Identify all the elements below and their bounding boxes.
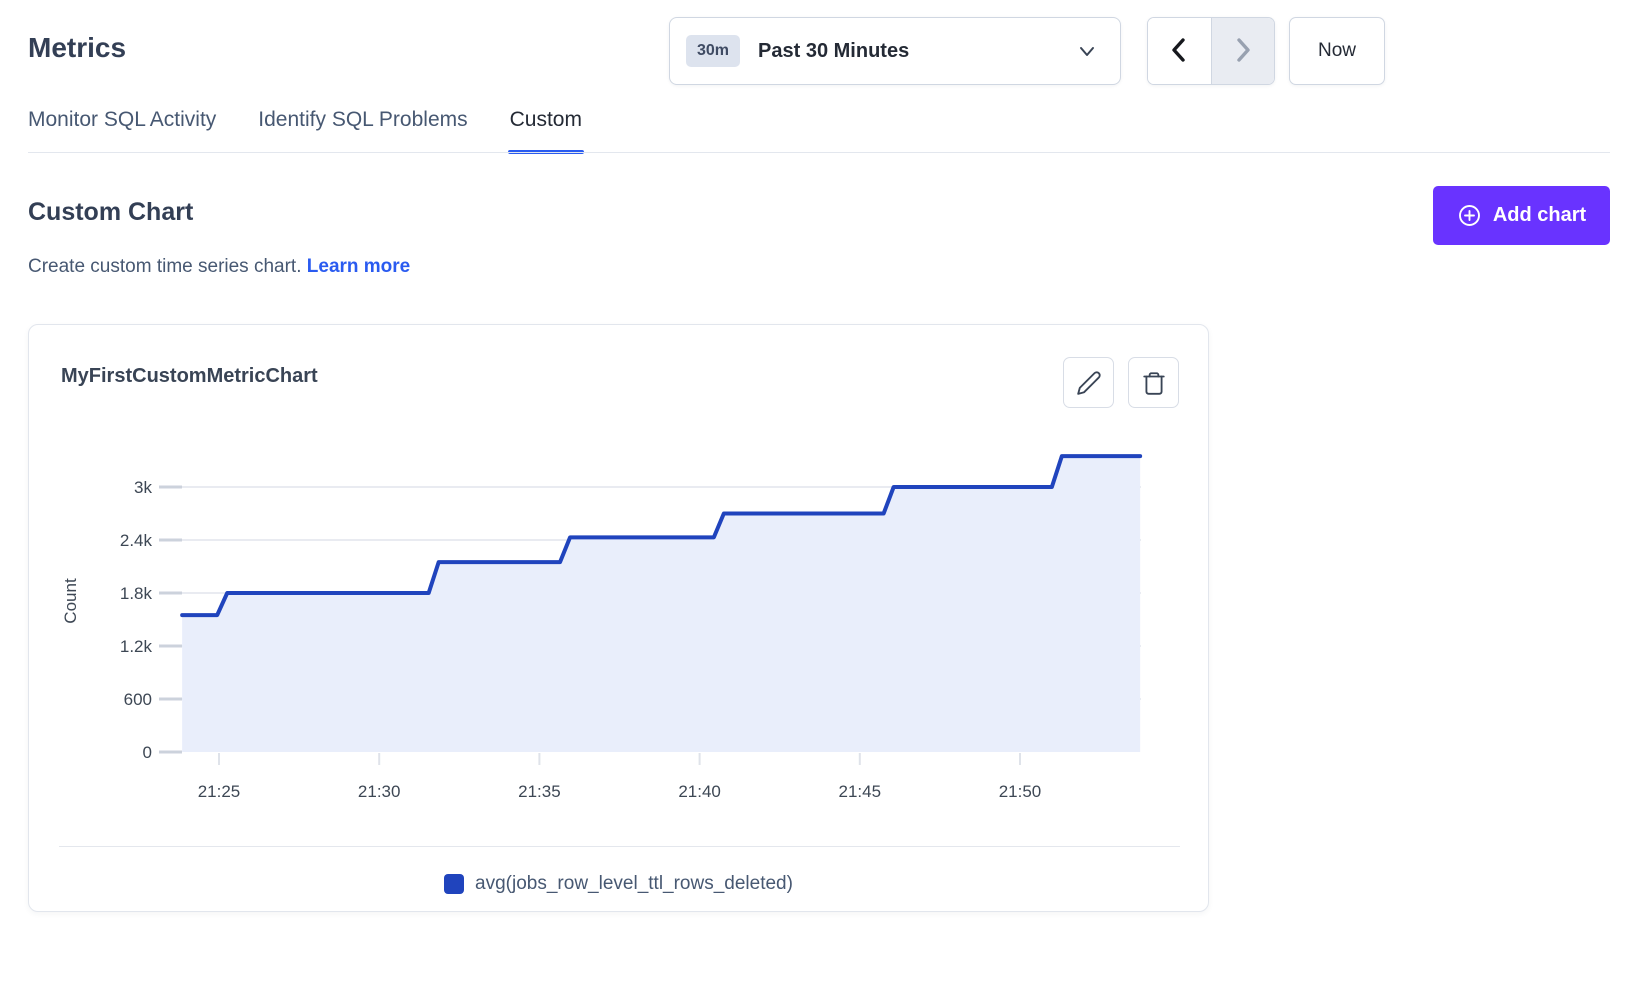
time-range-badge: 30m	[686, 35, 740, 67]
pencil-icon	[1076, 370, 1102, 396]
svg-text:0: 0	[143, 743, 152, 762]
legend-divider	[59, 846, 1180, 847]
chart-legend: avg(jobs_row_level_ttl_rows_deleted)	[29, 873, 1208, 895]
svg-text:21:30: 21:30	[358, 782, 401, 801]
add-chart-button[interactable]: Add chart	[1433, 186, 1610, 245]
time-range-selector[interactable]: 30m Past 30 Minutes	[669, 17, 1121, 85]
svg-text:21:40: 21:40	[678, 782, 721, 801]
next-range-button[interactable]	[1211, 18, 1275, 84]
page-title: Metrics	[28, 32, 126, 64]
svg-text:1.8k: 1.8k	[120, 584, 153, 603]
svg-text:21:35: 21:35	[518, 782, 561, 801]
add-chart-label: Add chart	[1493, 204, 1586, 227]
svg-text:21:50: 21:50	[999, 782, 1042, 801]
time-series-chart[interactable]: 0 600 1.2k 1.8k 2.4k 3k 21:25 21:30 21:35 21:40 21…	[59, 409, 1180, 811]
custom-chart-card: MyFirstCustomMetricChart 0 600 1.2k 1.8k 2.4…	[28, 324, 1209, 912]
tab-custom[interactable]: Custom	[510, 108, 582, 154]
edit-chart-button[interactable]	[1063, 357, 1114, 408]
chevron-left-icon	[1167, 36, 1191, 67]
y-axis-label: Count	[61, 578, 80, 624]
delete-chart-button[interactable]	[1128, 357, 1179, 408]
plus-circle-icon	[1457, 203, 1482, 228]
svg-text:1.2k: 1.2k	[120, 637, 153, 656]
svg-text:21:45: 21:45	[839, 782, 882, 801]
chevron-down-icon	[1076, 40, 1098, 62]
time-step-buttons	[1147, 17, 1275, 85]
now-button[interactable]: Now	[1289, 17, 1385, 85]
previous-range-button[interactable]	[1148, 18, 1211, 84]
svg-text:600: 600	[124, 690, 152, 709]
section-title: Custom Chart	[28, 198, 193, 227]
legend-swatch	[444, 874, 464, 894]
tab-divider	[28, 152, 1610, 153]
svg-text:3k: 3k	[134, 478, 152, 497]
time-range-label: Past 30 Minutes	[758, 40, 909, 63]
section-subtitle: Create custom time series chart. Learn m…	[28, 256, 410, 278]
tab-bar: Monitor SQL Activity Identify SQL Proble…	[28, 108, 582, 154]
trash-icon	[1141, 370, 1167, 396]
svg-text:21:25: 21:25	[198, 782, 241, 801]
chevron-right-icon	[1231, 36, 1255, 67]
tab-monitor-sql-activity[interactable]: Monitor SQL Activity	[28, 108, 216, 154]
legend-label: avg(jobs_row_level_ttl_rows_deleted)	[475, 873, 793, 895]
svg-text:2.4k: 2.4k	[120, 531, 153, 550]
subtitle-text: Create custom time series chart.	[28, 256, 301, 277]
chart-title: MyFirstCustomMetricChart	[61, 365, 318, 388]
learn-more-link[interactable]: Learn more	[307, 256, 410, 277]
metrics-page: Metrics 30m Past 30 Minutes Now Monitor …	[0, 0, 1650, 982]
tab-identify-sql-problems[interactable]: Identify SQL Problems	[258, 108, 467, 154]
